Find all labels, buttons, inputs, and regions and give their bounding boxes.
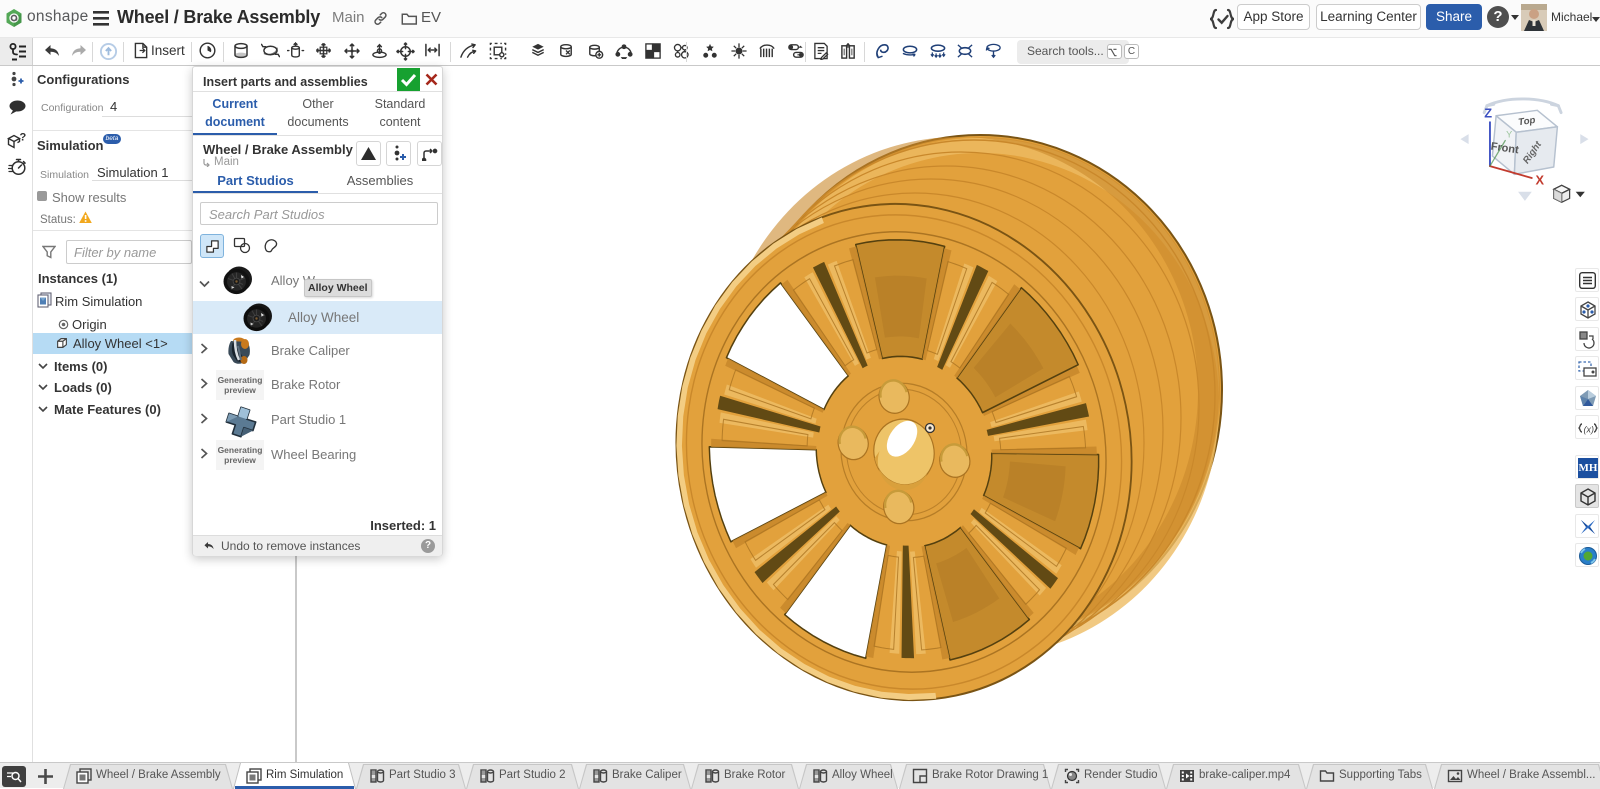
svg-text:(x): (x) (1584, 425, 1595, 435)
svg-text:?: ? (20, 132, 27, 144)
svg-text:Z: Z (1484, 106, 1492, 121)
svg-text:X: X (1535, 172, 1544, 187)
svg-text:Y: Y (1506, 130, 1512, 140)
